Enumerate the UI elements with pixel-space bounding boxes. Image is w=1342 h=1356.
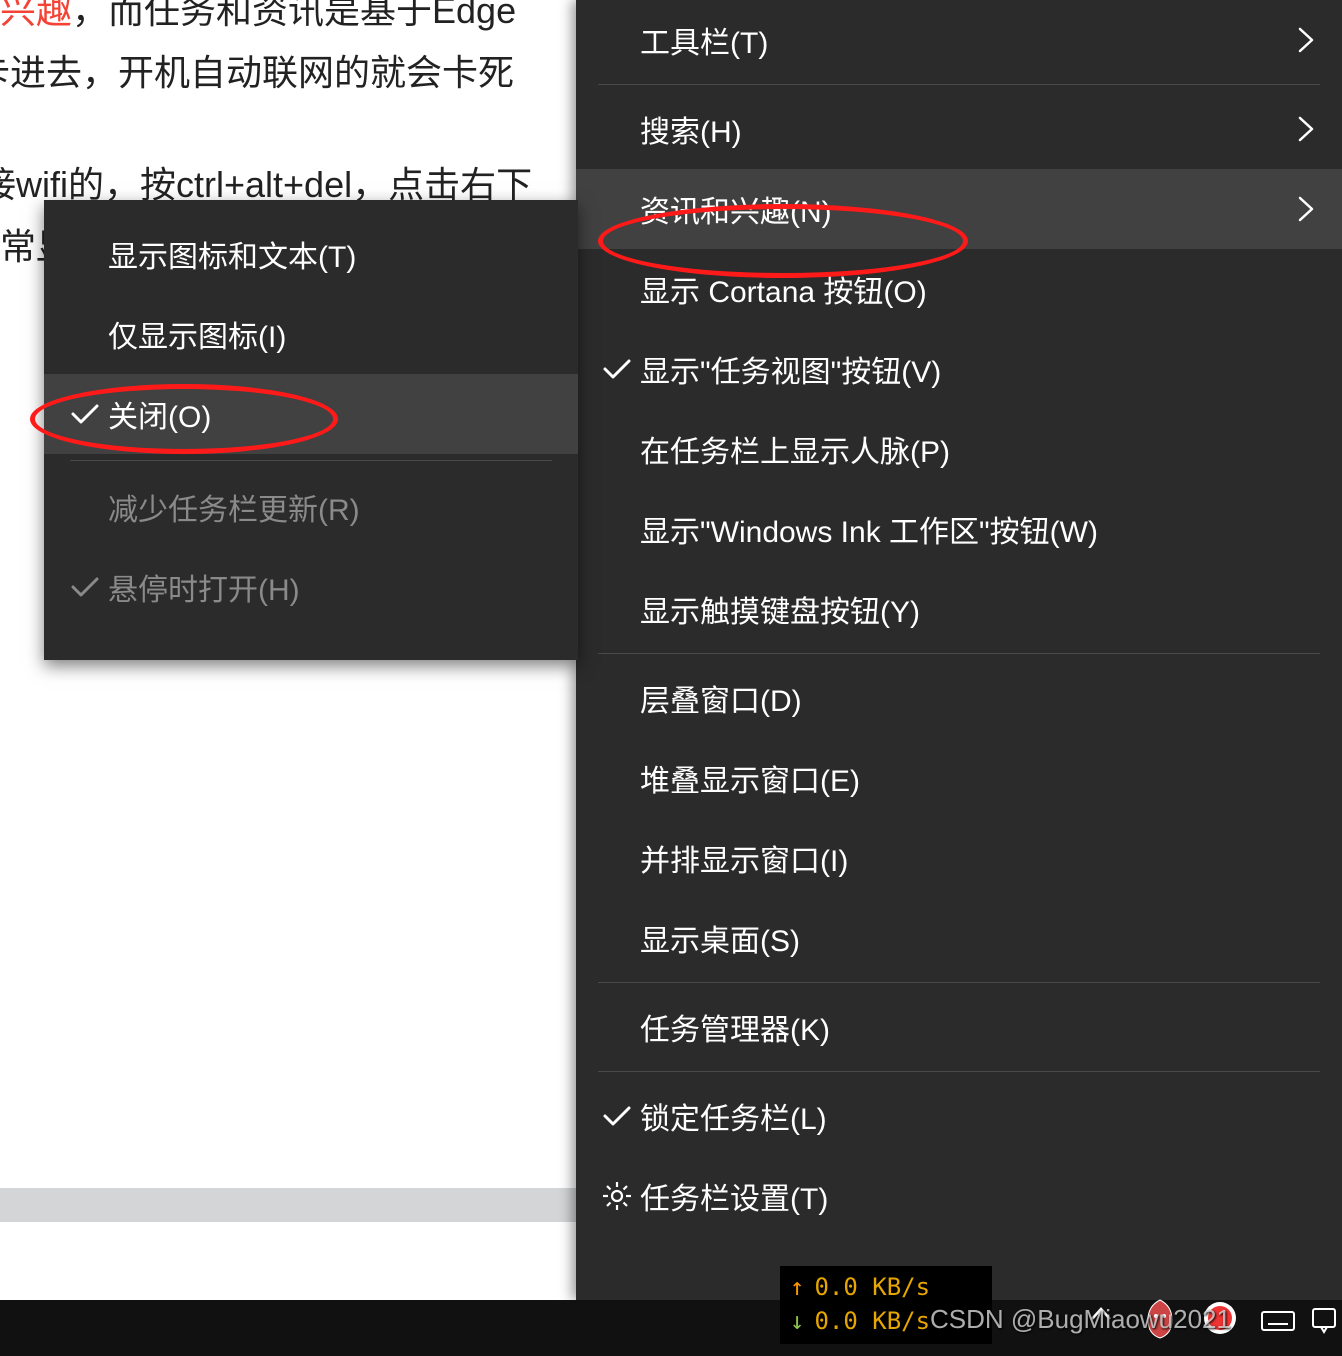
menu-side-by-side[interactable]: 并排显示窗口(I): [576, 818, 1342, 898]
submenu-hover-open: 悬停时打开(H): [44, 547, 578, 627]
menu-separator: [598, 982, 1320, 983]
menu-taskbar-settings-label: 任务栏设置(T): [640, 1174, 1314, 1218]
menu-separator: [598, 653, 1320, 654]
check-icon: [594, 1104, 640, 1128]
menu-touch-keyboard-label: 显示触摸键盘按钮(Y): [640, 587, 1314, 631]
menu-taskbar-settings[interactable]: 任务栏设置(T): [576, 1156, 1342, 1236]
submenu-reduce-updates: 减少任务栏更新(R): [44, 467, 578, 547]
taskbar-context-menu: 工具栏(T) 搜索(H) 资讯和兴趣(N) 显示 Cortana 按钮(O): [576, 0, 1342, 1300]
download-speed: 0.0 KB/s: [814, 1307, 930, 1335]
gear-icon: [594, 1180, 640, 1212]
menu-task-view[interactable]: 显示"任务视图"按钮(V): [576, 329, 1342, 409]
submenu-close-label: 关闭(O): [108, 392, 550, 436]
bg-text-2: 卡进去，开机自动联网的就会卡死: [0, 44, 514, 102]
check-icon: [62, 402, 108, 426]
menu-touch-keyboard[interactable]: 显示触摸键盘按钮(Y): [576, 569, 1342, 649]
menu-task-view-label: 显示"任务视图"按钮(V): [640, 347, 1314, 391]
news-interests-submenu: 显示图标和文本(T) 仅显示图标(I) 关闭(O) 减少任务栏更新(R) 悬停时…: [44, 200, 578, 660]
arrow-down-icon: ↓: [790, 1307, 804, 1335]
submenu-icon-text-label: 显示图标和文本(T): [108, 232, 550, 276]
menu-stacked[interactable]: 堆叠显示窗口(E): [576, 738, 1342, 818]
menu-side-by-side-label: 并排显示窗口(I): [640, 836, 1314, 880]
menu-lock-taskbar[interactable]: 锁定任务栏(L): [576, 1076, 1342, 1156]
arrow-up-icon: ↑: [790, 1273, 804, 1301]
tray-notification-icon[interactable]: [1310, 1306, 1338, 1334]
menu-cortana[interactable]: 显示 Cortana 按钮(O): [576, 249, 1342, 329]
submenu-icon-only[interactable]: 仅显示图标(I): [44, 294, 578, 374]
submenu-icon-only-label: 仅显示图标(I): [108, 312, 550, 356]
menu-separator: [598, 84, 1320, 85]
chevron-right-icon: [1286, 27, 1314, 53]
check-icon: [594, 357, 640, 381]
submenu-hover-open-label: 悬停时打开(H): [108, 565, 550, 609]
menu-toolbars-label: 工具栏(T): [640, 18, 1286, 62]
menu-toolbars[interactable]: 工具栏(T): [576, 0, 1342, 80]
tray-keyboard-icon[interactable]: [1260, 1306, 1296, 1334]
watermark: CSDN @BugMiaowu2021: [930, 1304, 1231, 1335]
submenu-reduce-updates-label: 减少任务栏更新(R): [108, 485, 550, 529]
menu-cascade[interactable]: 层叠窗口(D): [576, 658, 1342, 738]
menu-cascade-label: 层叠窗口(D): [640, 676, 1314, 720]
menu-cortana-label: 显示 Cortana 按钮(O): [640, 267, 1314, 311]
submenu-close[interactable]: 关闭(O): [44, 374, 578, 454]
chevron-right-icon: [1286, 116, 1314, 142]
menu-show-desktop[interactable]: 显示桌面(S): [576, 898, 1342, 978]
menu-people-label: 在任务栏上显示人脉(P): [640, 427, 1314, 471]
chevron-right-icon: [1286, 196, 1314, 222]
menu-news-interests-label: 资讯和兴趣(N): [640, 187, 1286, 231]
menu-people[interactable]: 在任务栏上显示人脉(P): [576, 409, 1342, 489]
check-icon: [62, 575, 108, 599]
bg-text-1: 兴趣，而任务和资讯是基于Edge: [0, 0, 516, 40]
menu-task-manager-label: 任务管理器(K): [640, 1005, 1314, 1049]
menu-ink[interactable]: 显示"Windows Ink 工作区"按钮(W): [576, 489, 1342, 569]
menu-show-desktop-label: 显示桌面(S): [640, 916, 1314, 960]
menu-search-label: 搜索(H): [640, 107, 1286, 151]
submenu-icon-text[interactable]: 显示图标和文本(T): [44, 214, 578, 294]
menu-ink-label: 显示"Windows Ink 工作区"按钮(W): [640, 507, 1314, 551]
menu-lock-taskbar-label: 锁定任务栏(L): [640, 1094, 1314, 1138]
menu-task-manager[interactable]: 任务管理器(K): [576, 987, 1342, 1067]
menu-news-interests[interactable]: 资讯和兴趣(N): [576, 169, 1342, 249]
menu-separator: [70, 460, 552, 461]
menu-separator: [598, 1071, 1320, 1072]
upload-speed: 0.0 KB/s: [814, 1273, 930, 1301]
menu-stacked-label: 堆叠显示窗口(E): [640, 756, 1314, 800]
menu-search[interactable]: 搜索(H): [576, 89, 1342, 169]
